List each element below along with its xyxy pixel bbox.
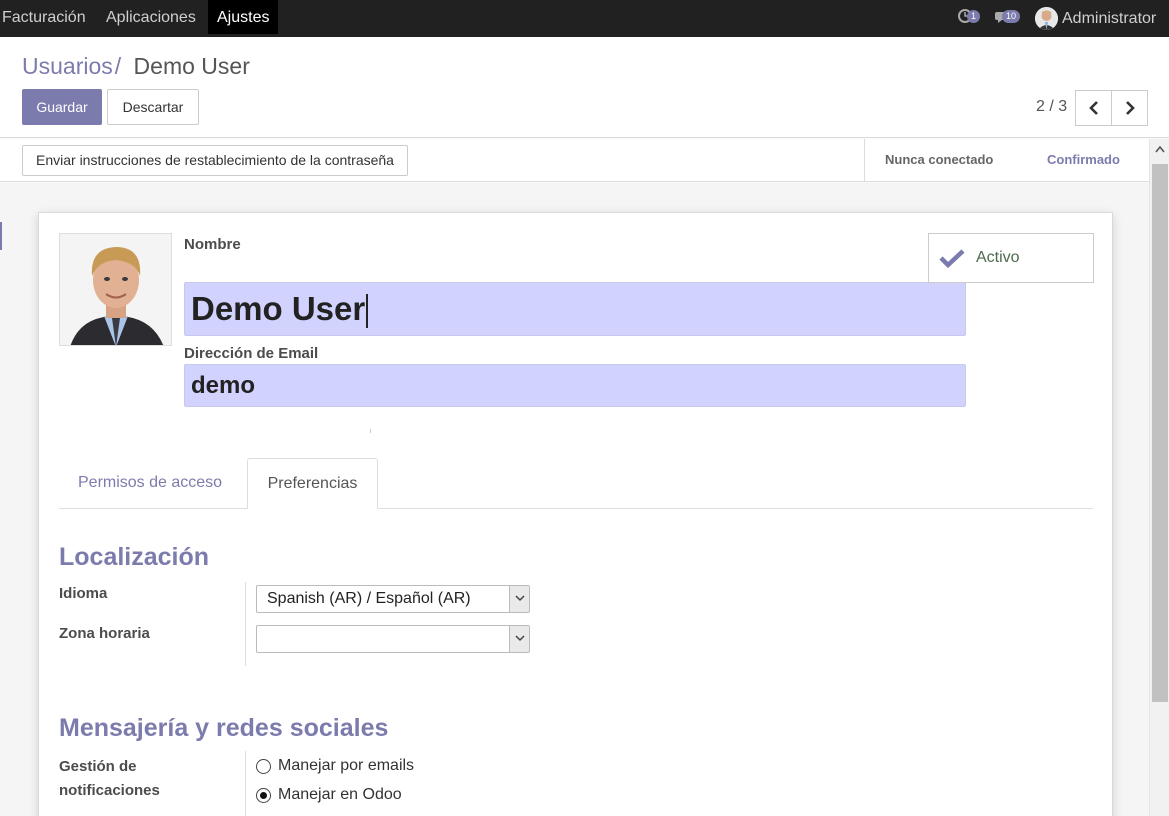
name-value: Demo User [191,290,366,327]
user-name[interactable]: Administrator [1062,0,1156,37]
name-label: Nombre [184,236,241,253]
language-select[interactable]: Spanish (AR) / Español (AR) [256,585,530,613]
discard-button[interactable]: Descartar [107,89,199,125]
group-divider [245,582,246,666]
chevron-right-icon [1126,101,1135,115]
chevron-left-icon [1089,101,1098,115]
breadcrumb-current: Demo User [133,53,250,79]
text-cursor [366,294,369,329]
language-value: Spanish (AR) / Español (AR) [267,590,471,607]
language-dropdown-arrow[interactable] [509,586,529,612]
pager-next-button[interactable] [1111,90,1148,126]
name-field[interactable]: Demo User [184,282,966,336]
activity-count-badge: 1 [967,10,981,23]
group-divider [245,751,246,816]
save-button[interactable]: Guardar [22,89,102,125]
tab-preferences[interactable]: Preferencias [247,458,378,509]
chevron-down-icon [515,635,525,642]
chevron-down-icon [515,595,525,602]
notification-label-line1: Gestión de [59,758,137,775]
breadcrumb-separator: / [114,53,122,79]
stage-confirmed: Confirmado [1047,152,1120,167]
divider-dot [370,429,371,433]
user-avatar[interactable] [1035,7,1058,30]
menu-aplicaciones[interactable]: Aplicaciones [97,0,205,34]
radio-button-selected[interactable] [256,788,271,803]
email-label: Dirección de Email [184,345,319,362]
stage-never-connected: Nunca conectado [864,139,1022,181]
checkmark-icon [939,249,965,268]
language-label: Idioma [59,585,108,602]
control-panel: Usuarios/ Demo User Guardar Descartar 2 … [0,37,1169,138]
active-toggle-button[interactable]: Activo [928,233,1094,283]
email-field[interactable]: demo [184,364,966,407]
active-label: Activo [976,249,1020,266]
left-edge-indicator [0,222,2,250]
notification-label: Gestión de notificaciones [59,755,160,803]
radio-label: Manejar por emails [278,757,415,774]
form-tabs: Permisos de acceso Preferencias [59,458,1093,509]
radio-label: Manejar en Odoo [278,786,402,803]
menu-ajustes[interactable]: Ajustes [208,0,279,34]
messaging-title: Mensajería y redes sociales [59,714,389,742]
form-statusbar: Enviar instrucciones de restablecimiento… [0,139,1149,182]
localization-title: Localización [59,543,210,571]
top-navbar: Facturación Aplicaciones Ajustes 1 10 Ad… [0,0,1169,37]
notification-label-line2: notificaciones [59,782,160,799]
timezone-label: Zona horaria [59,625,150,642]
timezone-select[interactable] [256,625,530,653]
scroll-up-arrow-icon[interactable] [1155,146,1165,153]
breadcrumb-parent-link[interactable]: Usuarios [22,53,113,79]
tab-access-rights[interactable]: Permisos de acceso [59,458,241,509]
user-photo[interactable] [59,233,172,346]
timezone-dropdown-arrow[interactable] [509,626,529,652]
pager-value[interactable]: 2 / 3 [1036,98,1067,116]
reset-password-button[interactable]: Enviar instrucciones de restablecimiento… [22,145,408,176]
scrollbar-thumb[interactable] [1152,164,1168,702]
form-sheet: Nombre Demo User Dirección de Email demo… [38,212,1113,816]
vertical-scrollbar[interactable] [1149,139,1169,816]
radio-button[interactable] [256,759,271,774]
menu-facturacion[interactable]: Facturación [0,0,95,34]
message-count-badge: 10 [1002,10,1021,23]
breadcrumb: Usuarios/ Demo User [22,53,250,80]
pager-previous-button[interactable] [1075,90,1112,126]
